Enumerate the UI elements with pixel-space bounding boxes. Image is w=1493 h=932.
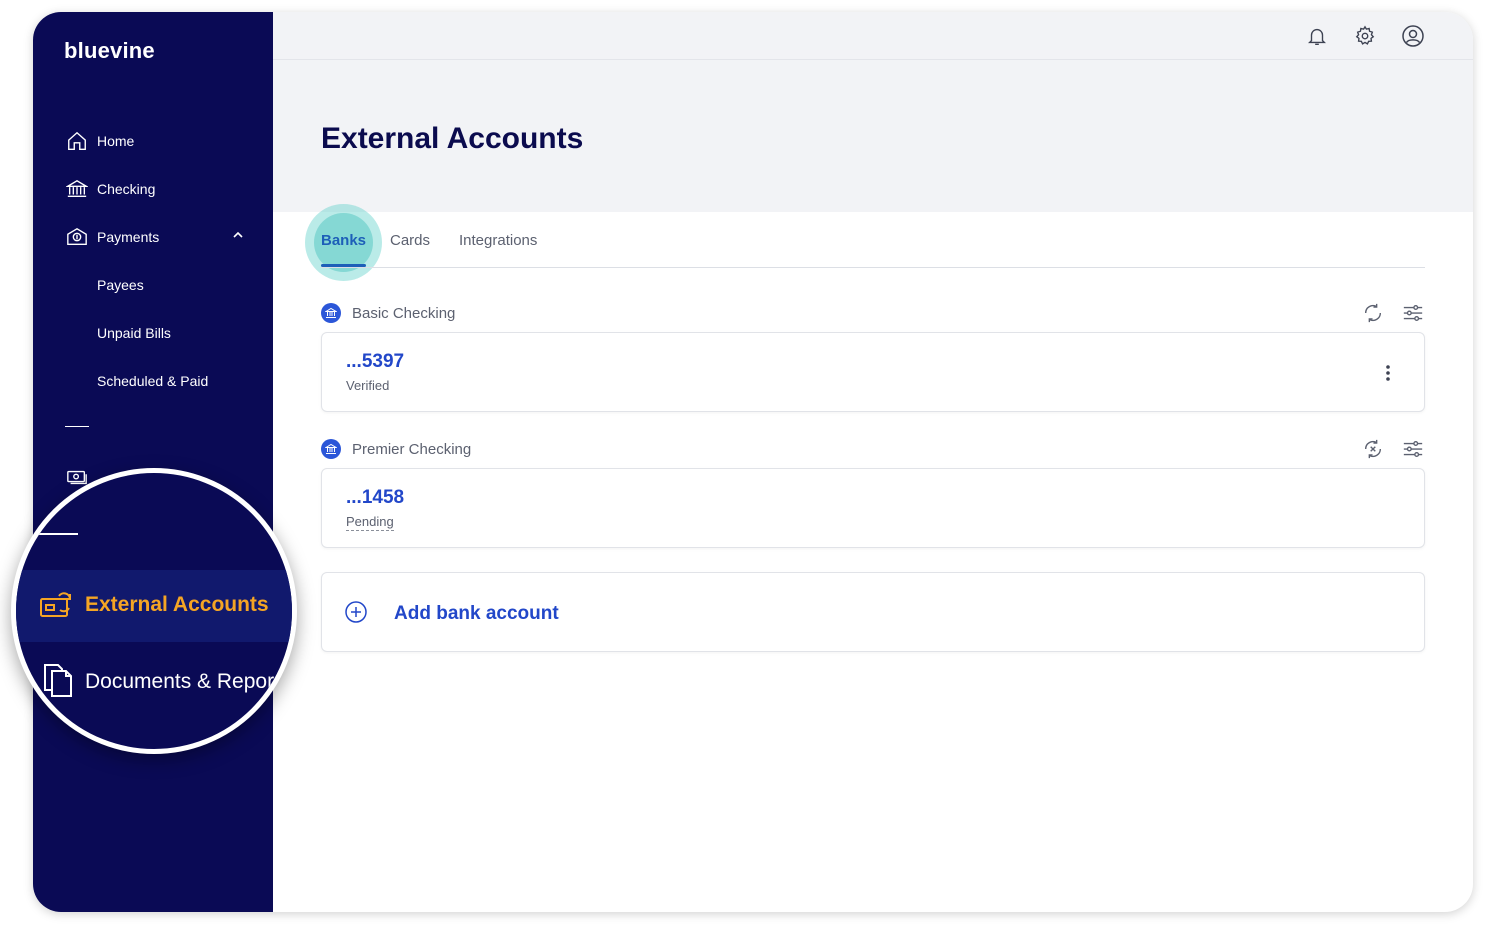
sidebar-item-payments[interactable]: Payments (65, 222, 245, 252)
account-card[interactable]: ...5397 Verified (321, 332, 1425, 412)
active-tab-indicator (321, 264, 366, 267)
bell-icon[interactable] (1304, 23, 1330, 49)
home-icon (65, 129, 89, 153)
account-number: ...1458 (346, 487, 405, 508)
sidebar-item-checking[interactable]: Checking (65, 174, 245, 204)
account-status[interactable]: Pending (346, 514, 394, 531)
payments-icon (65, 225, 89, 249)
sidebar-item-payees[interactable]: Payees (97, 270, 277, 300)
filter-sliders-icon[interactable] (1401, 437, 1425, 461)
filter-sliders-icon[interactable] (1401, 301, 1425, 325)
sidebar-item-documents-reports[interactable]: Documents & Repor (16, 642, 292, 714)
account-group-title: Premier Checking (352, 440, 472, 458)
magnifier-callout: External Accounts Documents & Repor (11, 468, 297, 754)
page-title: External Accounts (321, 122, 584, 155)
sidebar-item-label: Scheduled & Paid (97, 373, 209, 389)
user-icon[interactable] (1400, 23, 1426, 49)
account-status: Verified (346, 378, 390, 393)
documents-icon (40, 660, 76, 700)
page-header: External Accounts (273, 60, 1473, 212)
external-accounts-icon (38, 588, 74, 624)
bank-icon (321, 303, 341, 323)
more-options-icon[interactable] (1376, 361, 1400, 385)
account-group-title: Basic Checking (352, 304, 456, 322)
sidebar-item-label: Documents & Repor (85, 670, 275, 693)
sync-off-icon[interactable] (1361, 437, 1385, 461)
sidebar-item-label: Unpaid Bills (97, 325, 171, 341)
account-group-header: Premier Checking (321, 437, 1425, 461)
sidebar-item-scheduled-paid[interactable]: Scheduled & Paid (97, 366, 277, 396)
bluevine-logo[interactable]: bluevine (64, 38, 155, 64)
sidebar-divider (36, 533, 78, 535)
add-bank-account-label: Add bank account (394, 603, 559, 624)
chevron-up-icon[interactable] (231, 228, 245, 245)
tab-integrations[interactable]: Integrations (459, 232, 537, 249)
sidebar-item-label: Home (97, 133, 135, 149)
add-bank-account-button[interactable]: Add bank account (321, 572, 1425, 652)
add-circle-icon (344, 600, 368, 624)
sidebar: bluevine Home Checking Payments Payees U… (33, 12, 273, 912)
tab-bar: Banks Cards Integrations (321, 228, 1425, 268)
sidebar-item-label: Checking (97, 181, 156, 197)
sidebar-item-unpaid-bills[interactable]: Unpaid Bills (97, 318, 277, 348)
top-bar (273, 12, 1473, 60)
tab-banks[interactable]: Banks (321, 232, 366, 249)
sidebar-divider (65, 426, 89, 427)
tab-cards[interactable]: Cards (390, 232, 430, 249)
sidebar-item-label: Payees (97, 277, 144, 293)
account-number: ...5397 (346, 351, 405, 372)
sync-icon[interactable] (1361, 301, 1385, 325)
app-window: bluevine Home Checking Payments Payees U… (33, 12, 1473, 912)
account-card[interactable]: ...1458 Pending (321, 468, 1425, 548)
sidebar-item-label: External Accounts (85, 593, 269, 616)
gear-icon[interactable] (1352, 23, 1378, 49)
account-group-header: Basic Checking (321, 301, 1425, 325)
bank-icon (65, 177, 89, 201)
sidebar-item-home[interactable]: Home (65, 126, 245, 156)
sidebar-item-external-accounts[interactable]: External Accounts (16, 570, 292, 642)
sidebar-item-label: Payments (97, 229, 160, 245)
bank-icon (321, 439, 341, 459)
